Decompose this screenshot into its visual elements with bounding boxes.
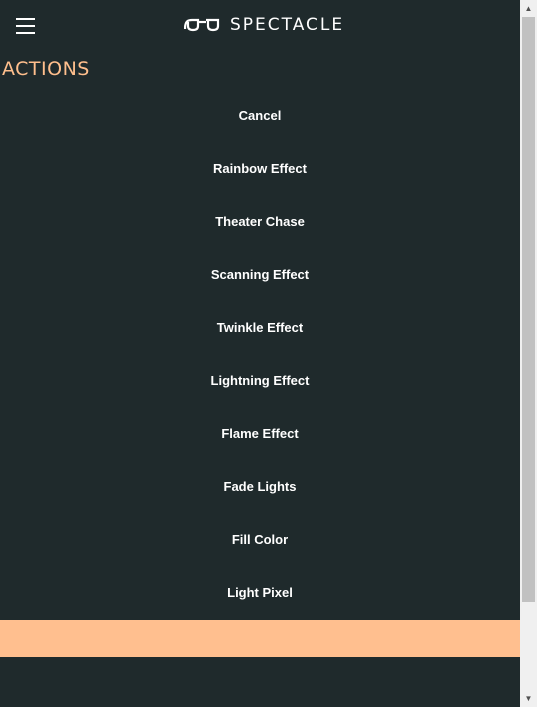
- menu-bar: [16, 18, 35, 20]
- scroll-down-arrow-icon[interactable]: ▼: [520, 690, 537, 707]
- scroll-up-arrow-icon[interactable]: ▲: [520, 0, 537, 17]
- menu-bar: [16, 25, 35, 27]
- scrollbar-thumb[interactable]: [522, 17, 535, 602]
- brand[interactable]: SPECTACLE: [184, 13, 344, 37]
- action-list: Cancel Rainbow Effect Theater Chase Scan…: [0, 89, 520, 619]
- section-title: ACTIONS: [2, 58, 90, 80]
- brand-name: SPECTACLE: [230, 15, 345, 35]
- action-item-cancel[interactable]: Cancel: [0, 89, 520, 142]
- menu-bar: [16, 32, 35, 34]
- action-item-fill-color[interactable]: Fill Color: [0, 513, 520, 566]
- action-item-rainbow-effect[interactable]: Rainbow Effect: [0, 142, 520, 195]
- action-item-light-pixel[interactable]: Light Pixel: [0, 566, 520, 619]
- accent-bar: [0, 620, 520, 657]
- action-item-scanning-effect[interactable]: Scanning Effect: [0, 248, 520, 301]
- action-item-flame-effect[interactable]: Flame Effect: [0, 407, 520, 460]
- vertical-scrollbar[interactable]: ▲ ▼: [520, 0, 537, 707]
- spectacles-logo-icon: [184, 18, 220, 32]
- action-item-fade-lights[interactable]: Fade Lights: [0, 460, 520, 513]
- app-container: SPECTACLE ACTIONS Cancel Rainbow Effect …: [0, 0, 520, 707]
- header: SPECTACLE: [0, 0, 520, 50]
- hamburger-menu-icon[interactable]: [16, 18, 35, 35]
- action-item-lightning-effect[interactable]: Lightning Effect: [0, 354, 520, 407]
- action-item-twinkle-effect[interactable]: Twinkle Effect: [0, 301, 520, 354]
- action-item-theater-chase[interactable]: Theater Chase: [0, 195, 520, 248]
